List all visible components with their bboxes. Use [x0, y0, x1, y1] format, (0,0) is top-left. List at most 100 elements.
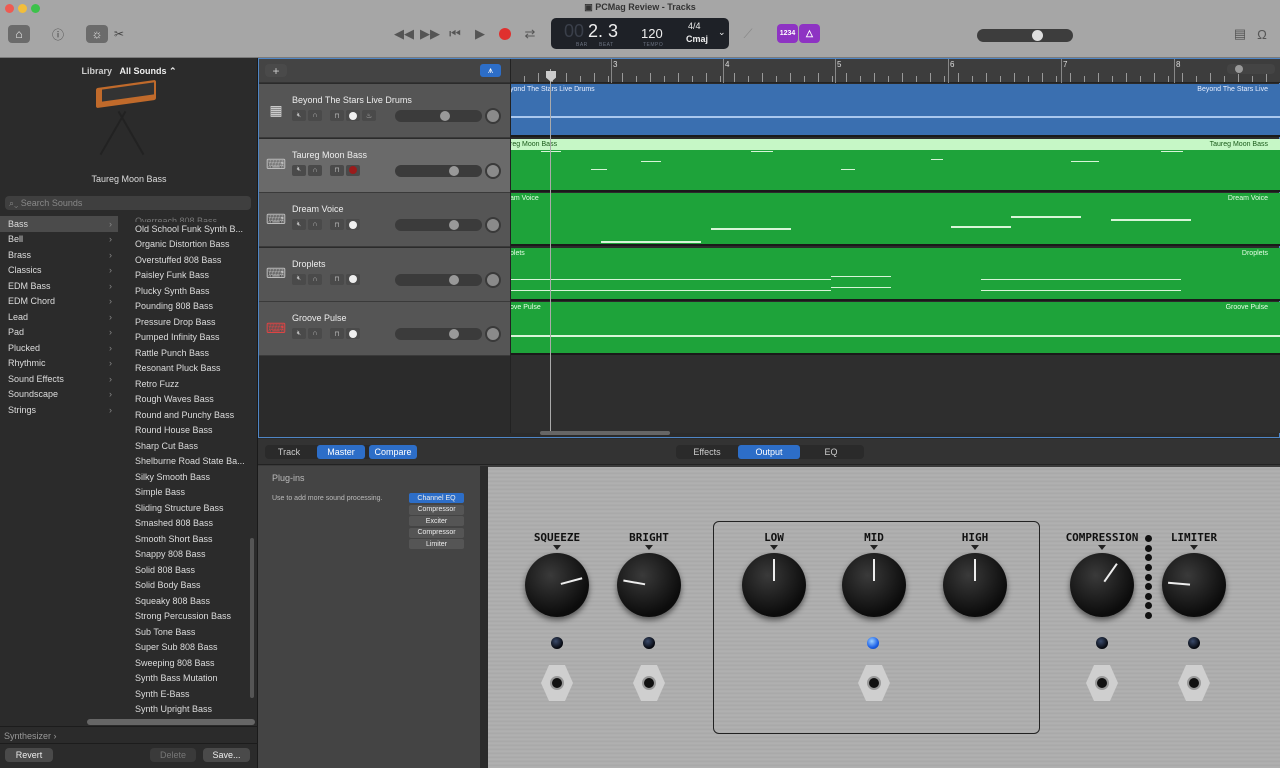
fast-forward-button[interactable]: ▶▶ — [420, 25, 440, 43]
sound-item[interactable]: Rattle Punch Bass — [118, 345, 250, 361]
cycle-button[interactable]: ⇄ — [520, 25, 540, 43]
library-breadcrumb[interactable]: Synthesizer › — [4, 731, 57, 741]
category-item[interactable]: Pad › — [0, 325, 118, 341]
sound-item[interactable]: Silky Smooth Bass — [118, 469, 250, 485]
sound-item[interactable]: Sweeping 808 Bass — [118, 655, 250, 671]
track-volume-knob[interactable] — [448, 165, 459, 176]
empty-track-area[interactable] — [510, 355, 1280, 433]
sound-item[interactable]: Synth Bass Mutation — [118, 671, 250, 687]
drummer-icon[interactable]: ♨ — [362, 110, 376, 121]
bright-knob[interactable] — [617, 553, 681, 617]
plugin-slot[interactable]: Exciter — [409, 516, 464, 526]
track-pan-knob[interactable] — [485, 217, 501, 233]
lcd-display[interactable]: 00 2. 3 BAR BEAT 120 TEMPO 4/4 Cmaj ⌄ — [551, 18, 729, 49]
mute-button[interactable]: 🔇︎ — [292, 273, 306, 285]
category-item[interactable]: Classics › — [0, 263, 118, 279]
smart-controls-button[interactable]: ☼ — [86, 25, 108, 43]
zoom-slider[interactable] — [1227, 64, 1275, 74]
sound-item[interactable]: Resonant Pluck Bass — [118, 361, 250, 377]
help-button[interactable]: ⓘ — [47, 25, 69, 43]
revert-button[interactable]: Revert — [5, 748, 53, 762]
track-volume-knob[interactable] — [448, 329, 459, 339]
sound-item[interactable]: Solid 808 Bass — [118, 562, 250, 578]
sound-item[interactable]: Old School Funk Synth B... — [118, 221, 250, 237]
high-knob[interactable] — [943, 553, 1007, 617]
rewind-button[interactable]: ◀◀ — [394, 25, 414, 43]
note-pad-button[interactable]: ▤ — [1230, 25, 1250, 43]
squeeze-knob[interactable] — [525, 553, 589, 617]
smart-quantize-button[interactable]: ⩚ — [480, 64, 501, 77]
sound-item[interactable]: Simple Bass — [118, 485, 250, 501]
play-button[interactable]: ▶ — [470, 25, 490, 43]
bypass-toggle-switch[interactable] — [541, 665, 573, 701]
library-button[interactable]: ⌂ — [8, 25, 30, 43]
mute-button[interactable]: 🔇︎ — [292, 328, 306, 339]
lock-button[interactable]: ⊓ — [330, 164, 344, 176]
sound-item[interactable]: Solid Body Bass — [118, 578, 250, 594]
track-volume-slider[interactable] — [395, 164, 482, 177]
master-volume-slider[interactable] — [977, 29, 1073, 42]
record-enable-button[interactable] — [346, 164, 360, 176]
track-volume-slider[interactable] — [395, 273, 482, 286]
track-volume-knob[interactable] — [448, 274, 459, 285]
category-item[interactable]: Strings › — [0, 402, 118, 418]
track-header[interactable]: ⌨ Droplets 🔇︎ ∩ ⊓ — [259, 247, 510, 302]
tab-master[interactable]: Master — [317, 445, 365, 459]
input-monitor-button[interactable] — [346, 110, 360, 121]
category-item[interactable]: Rhythmic › — [0, 356, 118, 372]
timeline-horizontal-scrollbar[interactable] — [540, 431, 670, 435]
sound-item[interactable]: Synth Upright Bass — [118, 702, 250, 718]
category-item[interactable]: Bass › — [0, 216, 118, 232]
category-item[interactable]: Plucked › — [0, 340, 118, 356]
library-horizontal-scrollbar[interactable] — [87, 719, 255, 725]
category-item[interactable]: EDM Bass › — [0, 278, 118, 294]
sound-item[interactable]: Sliding Structure Bass — [118, 500, 250, 516]
plugin-slot[interactable]: Compressor — [409, 504, 464, 515]
track-volume-knob[interactable] — [448, 220, 459, 230]
mute-button[interactable]: 🔇︎ — [292, 219, 306, 230]
compare-button[interactable]: Compare — [369, 445, 417, 459]
sound-item[interactable]: Shelburne Road State Ba... — [118, 454, 250, 470]
timeline-ruler[interactable]: 3 4 5 6 7 8 — [510, 59, 1280, 83]
sound-item[interactable]: Pressure Drop Bass — [118, 314, 250, 330]
lock-button[interactable]: ⊓ — [330, 328, 344, 339]
lock-button[interactable]: ⊓ — [330, 273, 344, 285]
editors-button[interactable]: ✂ — [108, 25, 130, 43]
sound-item[interactable]: Round House Bass — [118, 423, 250, 439]
sound-item[interactable]: Sub Tone Bass — [118, 624, 250, 640]
loop-browser-button[interactable]: Ω — [1252, 25, 1272, 43]
zoom-slider-knob[interactable] — [1235, 65, 1243, 73]
track-region[interactable]: ove Pulse Groove Pulse — [510, 302, 1280, 355]
tab-output[interactable]: Output — [738, 445, 800, 459]
track-header[interactable]: ⌨ Taureg Moon Bass 🔇︎ ∩ ⊓ — [259, 138, 510, 193]
tuner-button[interactable]: ⟋ — [738, 25, 758, 43]
track-region[interactable]: am Voice Dream Voice — [510, 193, 1280, 246]
track-pan-knob[interactable] — [485, 108, 501, 124]
limiter-knob[interactable] — [1162, 553, 1226, 617]
tab-eq[interactable]: EQ — [800, 445, 862, 459]
metronome-button[interactable]: △ — [799, 24, 820, 43]
add-track-button[interactable]: + — [265, 64, 287, 78]
compression-knob[interactable] — [1070, 553, 1134, 617]
track-volume-slider[interactable] — [395, 110, 482, 122]
lock-button[interactable]: ⊓ — [330, 110, 344, 121]
category-item[interactable]: Soundscape › — [0, 387, 118, 403]
track-header[interactable]: ⌨ Groove Pulse 🔇︎ ∩ ⊓ — [259, 302, 510, 356]
sound-item[interactable]: Organic Distortion Bass — [118, 237, 250, 253]
solo-button[interactable]: ∩ — [308, 328, 322, 339]
mute-button[interactable]: 🔇︎ — [292, 164, 306, 176]
track-volume-slider[interactable] — [395, 219, 482, 231]
sound-item[interactable]: Paisley Funk Bass — [118, 268, 250, 284]
playhead[interactable] — [550, 69, 551, 433]
track-region[interactable]: reg Moon Bass Taureg Moon Bass — [510, 138, 1280, 192]
mute-button[interactable]: 🔇︎ — [292, 110, 306, 121]
category-item[interactable]: Bell › — [0, 232, 118, 248]
track-pan-knob[interactable] — [485, 326, 501, 342]
low-knob[interactable] — [742, 553, 806, 617]
bypass-toggle-switch[interactable] — [1086, 665, 1118, 701]
sound-item[interactable]: Strong Percussion Bass — [118, 609, 250, 625]
bypass-toggle-switch[interactable] — [1178, 665, 1210, 701]
category-item[interactable]: EDM Chord › — [0, 294, 118, 310]
input-monitor-button[interactable] — [346, 273, 360, 285]
track-volume-knob[interactable] — [439, 111, 450, 121]
